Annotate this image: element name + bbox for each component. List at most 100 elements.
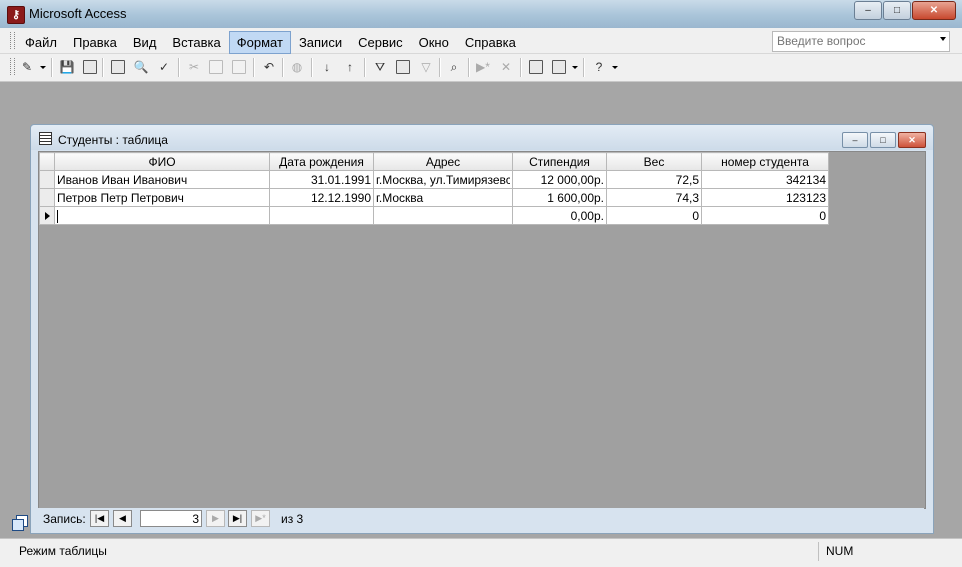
next-record-button[interactable]: ▶ (206, 510, 225, 527)
table-cell-text: г.Москва, ул.Тимирязевская (376, 172, 510, 187)
menu-records[interactable]: Записи (291, 31, 350, 54)
design-view-icon[interactable]: ✎ (18, 58, 36, 76)
menu-edit[interactable]: Правка (65, 31, 125, 54)
table-cell[interactable] (269, 206, 374, 225)
hyperlink-icon[interactable]: ◍ (288, 58, 306, 76)
current-record-field[interactable] (140, 510, 202, 527)
first-record-button[interactable]: |◀ (90, 510, 109, 527)
table-cell[interactable]: 342134 (701, 170, 829, 189)
column-header-address[interactable]: Адрес (373, 152, 513, 171)
previous-record-button[interactable]: ◀ (113, 510, 132, 527)
table-cell[interactable] (373, 206, 513, 225)
record-selector[interactable] (39, 206, 55, 225)
previous-record-icon: ◀ (119, 513, 126, 523)
save-icon[interactable]: 💾 (58, 58, 76, 76)
toolbar-separator (253, 58, 255, 77)
table-cell[interactable]: 31.01.1991 (269, 170, 374, 189)
last-record-button[interactable]: ▶| (228, 510, 247, 527)
table-cell[interactable]: 12 000,00р. (512, 170, 607, 189)
select-all-corner[interactable] (39, 152, 55, 171)
access-key-icon[interactable]: ⚷ (7, 6, 25, 24)
ask-question-box[interactable] (772, 31, 950, 52)
table-cell[interactable]: 123123 (701, 188, 829, 207)
table-cell[interactable]: Петров Петр Петрович (54, 188, 270, 207)
sort-descending-icon[interactable]: ↑ (341, 58, 359, 76)
cut-icon[interactable]: ✂ (185, 58, 203, 76)
new-record-icon[interactable]: ▶* (474, 58, 492, 76)
table-cell[interactable]: 74,3 (606, 188, 702, 207)
chevron-down-icon[interactable] (40, 66, 46, 69)
table-cell[interactable]: г.Москва, ул.Тимирязевская (373, 170, 513, 189)
toolbar-separator (439, 58, 441, 77)
next-record-icon: ▶ (212, 513, 219, 523)
child-maximize-button[interactable]: □ (870, 132, 896, 148)
record-navigation-bar: Запись: |◀ ◀ ▶ ▶| ▶* из 3 (38, 508, 924, 528)
minimize-button[interactable]: – (854, 1, 882, 20)
datasheet-grid: ФИО Дата рождения Адрес Стипендия Вес но… (39, 152, 829, 225)
table-cell[interactable]: г.Москва (373, 188, 513, 207)
column-header-stipend[interactable]: Стипендия (512, 152, 607, 171)
column-header-student-number[interactable]: номер студента (701, 152, 829, 171)
table-cell[interactable]: 72,5 (606, 170, 702, 189)
sort-ascending-icon[interactable]: ↓ (318, 58, 336, 76)
table-cell[interactable]: 1 600,00р. (512, 188, 607, 207)
table-row: Петров Петр Петрович 12.12.1990 г.Москва… (39, 188, 829, 207)
current-record-input[interactable] (141, 511, 201, 526)
table-cell[interactable]: 0,00р. (512, 206, 607, 225)
column-header-birthdate[interactable]: Дата рождения (269, 152, 374, 171)
filter-by-form-icon[interactable] (394, 58, 412, 76)
menu-format[interactable]: Формат (228, 31, 291, 54)
database-window-icon[interactable] (527, 58, 545, 76)
chevron-down-icon[interactable] (572, 66, 578, 69)
table-row: Иванов Иван Иванович 31.01.1991 г.Москва… (39, 170, 829, 189)
header-row: ФИО Дата рождения Адрес Стипендия Вес но… (39, 152, 829, 171)
search-file-icon[interactable] (81, 58, 99, 76)
table-window-title-bar[interactable]: Студенты : таблица – □ ✕ (31, 125, 933, 150)
child-minimize-button[interactable]: – (842, 132, 868, 148)
chevron-down-icon[interactable] (940, 37, 946, 41)
menu-help[interactable]: Справка (457, 31, 524, 54)
child-close-button[interactable]: ✕ (898, 132, 926, 148)
status-bar: Режим таблицы NUM (0, 538, 962, 567)
table-cell[interactable] (54, 206, 270, 225)
menu-window[interactable]: Окно (411, 31, 457, 54)
delete-record-icon[interactable]: ✕ (497, 58, 515, 76)
table-cell[interactable]: 0 (606, 206, 702, 225)
menu-insert[interactable]: Вставка (164, 31, 228, 54)
filter-by-selection-icon[interactable]: ⛛ (371, 58, 389, 76)
database-window-icon[interactable] (12, 515, 28, 531)
app-title-bar[interactable]: ⚷ Microsoft Access – □ ✕ (0, 0, 962, 29)
help-icon[interactable]: ? (590, 58, 608, 76)
copy-icon[interactable] (207, 58, 225, 76)
paste-icon[interactable] (230, 58, 248, 76)
datasheet: ФИО Дата рождения Адрес Стипендия Вес но… (38, 151, 926, 509)
new-object-icon[interactable] (550, 58, 568, 76)
menu-tools[interactable]: Сервис (350, 31, 411, 54)
apply-filter-icon[interactable]: ▽ (417, 58, 435, 76)
undo-icon[interactable]: ↶ (260, 58, 278, 76)
close-button[interactable]: ✕ (912, 1, 956, 20)
new-record-icon: ▶* (255, 513, 266, 523)
table-cell[interactable]: 0 (701, 206, 829, 225)
new-record-button[interactable]: ▶* (251, 510, 270, 527)
toolbar-grip[interactable] (10, 58, 15, 75)
record-selector[interactable] (39, 188, 55, 207)
ask-question-input[interactable] (773, 32, 941, 49)
table-cell[interactable]: 12.12.1990 (269, 188, 374, 207)
menu-file[interactable]: Файл (17, 31, 65, 54)
column-header-fio[interactable]: ФИО (54, 152, 270, 171)
print-icon[interactable] (109, 58, 127, 76)
new-record-row: 0,00р. 0 0 (39, 206, 829, 225)
find-icon[interactable]: ⌕ (445, 58, 463, 76)
menu-view[interactable]: Вид (125, 31, 165, 54)
menu-bar: Файл Правка Вид Вставка Формат Записи Се… (0, 28, 962, 54)
table-cell[interactable]: Иванов Иван Иванович (54, 170, 270, 189)
chevron-down-icon[interactable] (612, 66, 618, 69)
column-header-weight[interactable]: Вес (606, 152, 702, 171)
record-selector[interactable] (39, 170, 55, 189)
record-count: из 3 (281, 512, 304, 526)
print-preview-icon[interactable]: 🔍 (132, 58, 150, 76)
spelling-icon[interactable]: ✓ (155, 58, 173, 76)
maximize-button[interactable]: □ (883, 1, 911, 20)
menu-grip[interactable] (10, 32, 15, 49)
